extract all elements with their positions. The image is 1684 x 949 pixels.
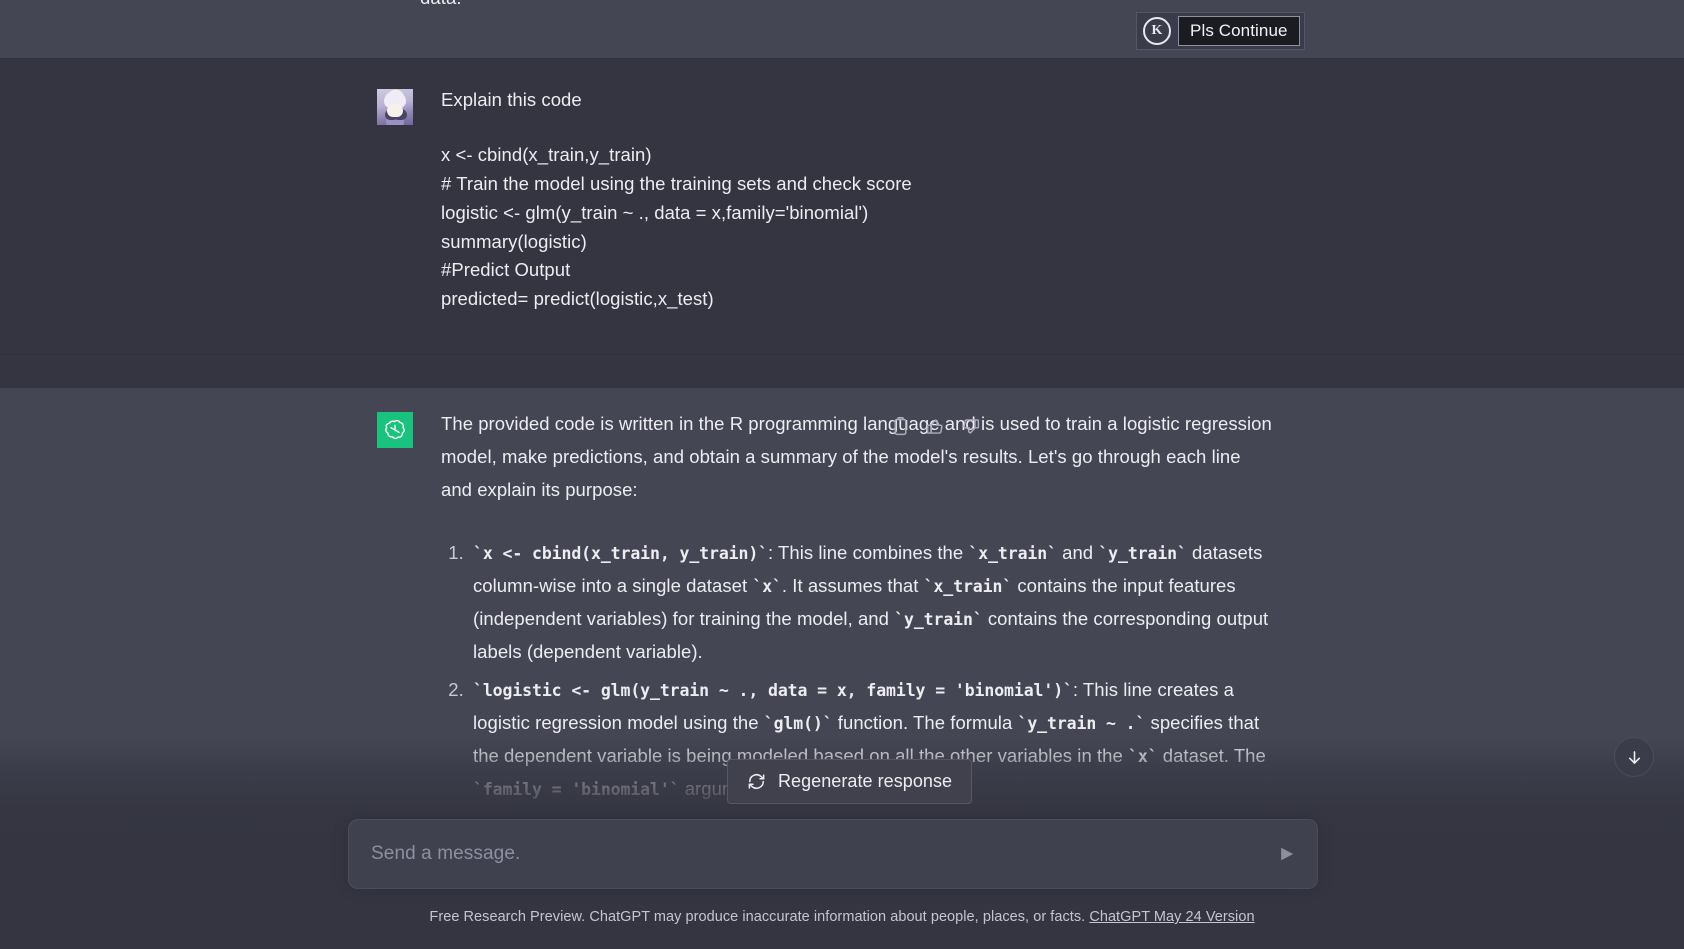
user-code-text: x <- cbind(x_train,y_train) # Train the …	[441, 141, 1276, 314]
inline-code: `y_train ~ .`	[1018, 714, 1146, 733]
user-message-turn: Explain this code x <- cbind(x_train,y_t…	[0, 59, 1684, 355]
send-button[interactable]	[1265, 832, 1309, 876]
thumbs-down-icon[interactable]	[960, 416, 981, 437]
message-action-buttons	[890, 416, 981, 437]
message-input-row[interactable]	[348, 819, 1318, 889]
list-item: `x <- cbind(x_train, y_train)`: This lin…	[469, 537, 1276, 669]
inline-code: `x`	[1128, 747, 1158, 766]
user-avatar	[377, 89, 413, 125]
version-link[interactable]: ChatGPT May 24 Version	[1089, 909, 1254, 925]
regenerate-response-button[interactable]: Regenerate response	[727, 759, 972, 804]
scroll-to-bottom-button[interactable]	[1614, 737, 1654, 777]
assistant-message-body: The provided code is written in the R pr…	[441, 408, 1276, 812]
pls-continue-button[interactable]: Pls Continue	[1178, 16, 1300, 47]
regenerate-response-label: Regenerate response	[778, 771, 952, 792]
clipped-text: data.	[420, 0, 462, 9]
user-prompt-text: Explain this code	[441, 85, 1276, 115]
inline-code: `logistic <- glm(y_train ~ ., data = x, …	[473, 681, 1073, 700]
assistant-paragraph: The provided code is written in the R pr…	[441, 408, 1276, 507]
chatgpt-app-window: data. K Pls Continue Explain this code x…	[0, 0, 1684, 949]
copy-icon[interactable]	[890, 416, 911, 437]
k-circle-icon: K	[1143, 17, 1171, 45]
inline-code: `x_train`	[968, 544, 1057, 563]
user-message-body: Explain this code x <- cbind(x_train,y_t…	[441, 85, 1276, 314]
inline-code: `x`	[752, 577, 782, 596]
thumbs-up-icon[interactable]	[925, 416, 946, 437]
send-icon	[1277, 844, 1297, 864]
arrow-down-icon	[1625, 748, 1644, 767]
pls-continue-widget[interactable]: K Pls Continue	[1136, 12, 1305, 50]
inline-code: `x_train`	[924, 577, 1013, 596]
inline-code: `y_train`	[1098, 544, 1187, 563]
message-input[interactable]	[349, 843, 1265, 865]
refresh-icon	[747, 772, 766, 791]
footer-text: Free Research Preview. ChatGPT may produ…	[429, 909, 1089, 925]
footer-disclaimer: Free Research Preview. ChatGPT may produ…	[0, 909, 1684, 925]
chatgpt-logo-icon	[377, 412, 413, 448]
inline-code: `family = 'binomial'`	[473, 780, 680, 799]
inline-code: `x <- cbind(x_train, y_train)`	[473, 544, 768, 563]
previous-turn-clipped: data.	[0, 0, 1684, 59]
inline-code: `y_train`	[894, 610, 983, 629]
inline-code: `glm()`	[764, 714, 833, 733]
